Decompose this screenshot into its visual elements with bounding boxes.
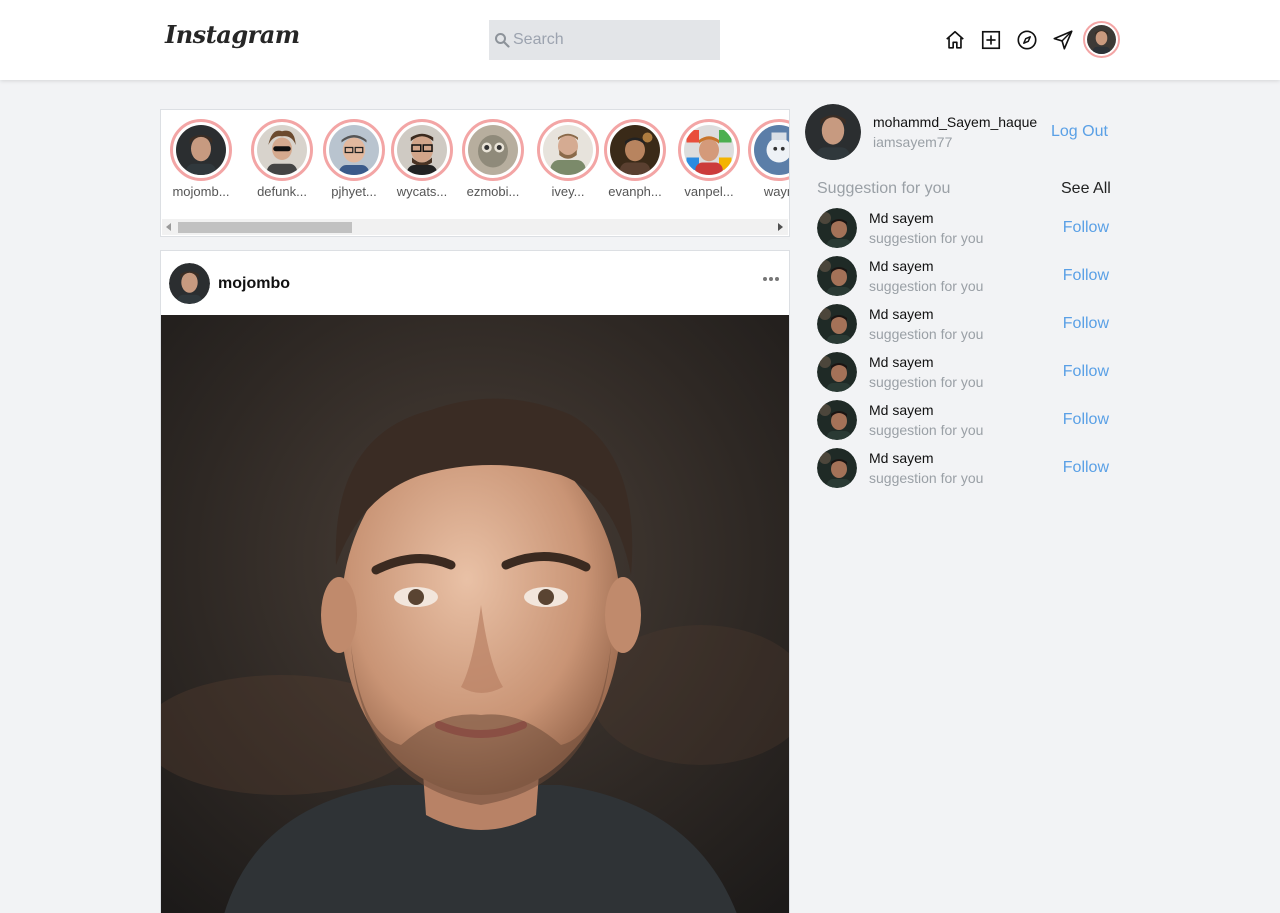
story-username: ivey... (551, 184, 585, 199)
suggestion-subtitle: suggestion for you (869, 230, 984, 246)
see-all-link[interactable]: See All (1061, 180, 1111, 198)
top-navbar: Instagram (0, 0, 1280, 80)
follow-button[interactable]: Follow (1063, 267, 1109, 285)
story-item[interactable]: wayn (748, 119, 789, 199)
scroll-right-arrow-icon[interactable] (778, 223, 783, 231)
follow-button[interactable]: Follow (1063, 411, 1109, 429)
story-item[interactable]: ivey... (537, 119, 599, 199)
follow-button[interactable]: Follow (1063, 363, 1109, 381)
search-icon (495, 33, 510, 48)
explore-icon[interactable] (1016, 29, 1038, 51)
story-username: ezmobi... (466, 184, 520, 199)
suggestion-avatar[interactable] (817, 400, 857, 440)
suggestion-item: Md sayem suggestion for you Follow (817, 304, 1109, 345)
suggestion-subtitle: suggestion for you (869, 278, 984, 294)
scrollbar-thumb[interactable] (178, 222, 352, 233)
logout-button[interactable]: Log Out (1051, 123, 1108, 141)
stories-scrollbar[interactable] (162, 219, 788, 235)
direct-message-icon[interactable] (1052, 29, 1074, 51)
suggestion-name[interactable]: Md sayem (869, 354, 934, 370)
suggestion-avatar[interactable] (817, 256, 857, 296)
story-username: evanph... (608, 184, 662, 199)
stories-bar: mojomb... defunk... pjhyet... wycats... … (160, 109, 790, 237)
story-item[interactable]: defunk... (251, 119, 313, 199)
current-user-name[interactable]: mohammd_Sayem_haque (873, 114, 1037, 130)
suggestion-avatar[interactable] (817, 448, 857, 488)
story-item[interactable]: mojomb... (170, 119, 232, 199)
follow-button[interactable]: Follow (1063, 219, 1109, 237)
story-username: defunk... (257, 184, 307, 199)
suggestion-avatar[interactable] (817, 304, 857, 344)
story-username: vanpel... (684, 184, 734, 199)
current-user-handle: iamsayem77 (873, 134, 953, 150)
profile-avatar[interactable] (1083, 21, 1120, 58)
instagram-logo[interactable]: Instagram (165, 20, 300, 49)
story-item[interactable]: evanph... (604, 119, 666, 199)
suggestions-heading: Suggestion for you (817, 180, 951, 197)
follow-button[interactable]: Follow (1063, 315, 1109, 333)
post-image[interactable] (161, 315, 789, 913)
story-username: wayn (763, 184, 789, 199)
suggestion-item: Md sayem suggestion for you Follow (817, 400, 1109, 441)
current-user-avatar[interactable] (805, 104, 861, 160)
suggestion-subtitle: suggestion for you (869, 470, 984, 486)
suggestion-name[interactable]: Md sayem (869, 450, 934, 466)
suggestion-item: Md sayem suggestion for you Follow (817, 256, 1109, 297)
feed-post: mojombo (160, 250, 790, 913)
suggestion-subtitle: suggestion for you (869, 374, 984, 390)
suggestion-avatar[interactable] (817, 352, 857, 392)
follow-button[interactable]: Follow (1063, 459, 1109, 477)
post-author-avatar[interactable] (169, 263, 210, 304)
more-options-icon[interactable] (763, 277, 779, 281)
post-header: mojombo (161, 251, 789, 316)
suggestion-name[interactable]: Md sayem (869, 402, 934, 418)
story-username: pjhyet... (331, 184, 377, 199)
suggestion-name[interactable]: Md sayem (869, 258, 934, 274)
search-input[interactable] (513, 31, 713, 49)
search-box[interactable] (489, 20, 720, 60)
story-item[interactable]: ezmobi... (462, 119, 524, 199)
suggestion-name[interactable]: Md sayem (869, 306, 934, 322)
post-author-username[interactable]: mojombo (218, 275, 290, 293)
story-username: wycats... (396, 184, 448, 199)
suggestion-item: Md sayem suggestion for you Follow (817, 208, 1109, 249)
suggestion-avatar[interactable] (817, 208, 857, 248)
story-username: mojomb... (172, 184, 230, 199)
suggestion-item: Md sayem suggestion for you Follow (817, 448, 1109, 489)
story-item[interactable]: wycats... (391, 119, 453, 199)
home-icon[interactable] (944, 29, 966, 51)
add-post-icon[interactable] (980, 29, 1002, 51)
suggestion-name[interactable]: Md sayem (869, 210, 934, 226)
story-item[interactable]: vanpel... (678, 119, 740, 199)
suggestion-subtitle: suggestion for you (869, 422, 984, 438)
story-item[interactable]: pjhyet... (323, 119, 385, 199)
suggestion-subtitle: suggestion for you (869, 326, 984, 342)
scroll-left-arrow-icon[interactable] (166, 223, 171, 231)
suggestion-item: Md sayem suggestion for you Follow (817, 352, 1109, 393)
